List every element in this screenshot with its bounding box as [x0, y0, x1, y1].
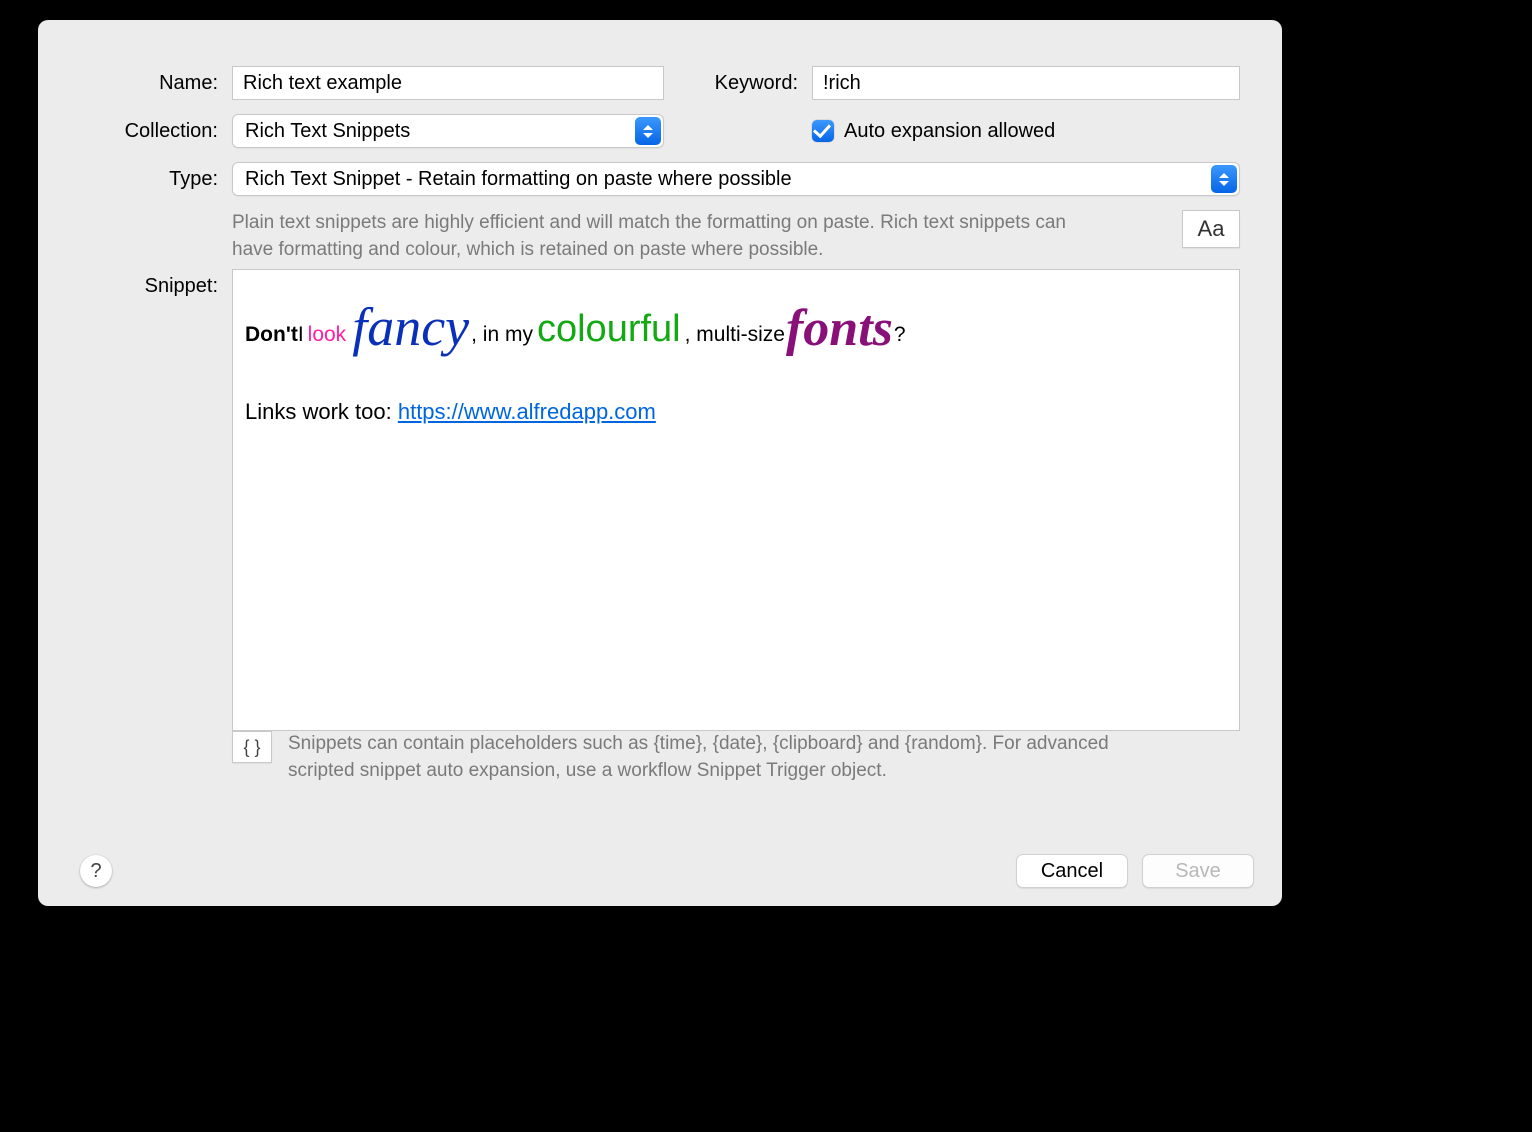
type-help-text: Plain text snippets are highly efficient…	[232, 210, 1082, 263]
rt-multi: , multi-size	[685, 321, 785, 349]
type-help-row: Plain text snippets are highly efficient…	[80, 210, 1240, 263]
collection-row: Collection: Rich Text Snippets Auto expa…	[80, 114, 1240, 148]
type-label: Type:	[80, 168, 232, 191]
rt-colourful: colourful	[537, 304, 681, 355]
rt-link[interactable]: https://www.alfredapp.com	[398, 399, 656, 424]
save-button[interactable]: Save	[1142, 854, 1254, 888]
rt-qmark: ?	[894, 321, 906, 349]
rt-look: look	[308, 321, 347, 349]
snippet-row: Snippet: Don't I look fancy , in my colo…	[80, 269, 1240, 731]
keyword-input[interactable]	[812, 66, 1240, 100]
updown-icon	[1211, 165, 1237, 193]
rt-inmy: , in my	[471, 321, 533, 349]
below-editor-row: { } Snippets can contain placeholders su…	[232, 731, 1240, 784]
collection-select[interactable]: Rich Text Snippets	[232, 114, 664, 148]
rt-i: I	[298, 321, 304, 349]
rt-fonts: fonts	[786, 316, 893, 342]
collection-select-value: Rich Text Snippets	[245, 120, 410, 143]
checkmark-icon	[812, 120, 834, 142]
insert-placeholder-button[interactable]: { }	[232, 731, 272, 763]
auto-expand-label: Auto expansion allowed	[844, 120, 1055, 143]
rt-bold: Don't	[245, 321, 298, 349]
name-row: Name: Keyword:	[80, 66, 1240, 100]
type-select-value: Rich Text Snippet - Retain formatting on…	[245, 168, 792, 191]
updown-icon	[635, 117, 661, 145]
rich-text-line-1: Don't I look fancy , in my colourful , m…	[245, 304, 1227, 355]
font-format-button[interactable]: Aa	[1182, 210, 1240, 248]
type-select[interactable]: Rich Text Snippet - Retain formatting on…	[232, 162, 1240, 196]
dialog-sheet: Name: Keyword: Collection: Rich Text Sni…	[38, 20, 1282, 906]
rt-links-prefix: Links work too:	[245, 399, 398, 424]
cancel-button[interactable]: Cancel	[1016, 854, 1128, 888]
auto-expand-checkbox-wrap[interactable]: Auto expansion allowed	[812, 120, 1055, 143]
rich-text-line-2: Links work too: https://www.alfredapp.co…	[245, 397, 1227, 427]
name-input[interactable]	[232, 66, 664, 100]
help-button[interactable]: ?	[80, 855, 112, 887]
dialog-content: Name: Keyword: Collection: Rich Text Sni…	[38, 20, 1282, 906]
snippet-editor[interactable]: Don't I look fancy , in my colourful , m…	[232, 269, 1240, 731]
name-label: Name:	[80, 72, 232, 95]
type-row: Type: Rich Text Snippet - Retain formatt…	[80, 162, 1240, 196]
collection-label: Collection:	[80, 120, 232, 143]
keyword-label: Keyword:	[684, 72, 812, 95]
placeholder-help-text: Snippets can contain placeholders such a…	[288, 731, 1158, 784]
rt-fancy: fancy	[352, 314, 469, 341]
snippet-label: Snippet:	[80, 269, 232, 298]
dialog-footer: ? Cancel Save	[38, 836, 1282, 906]
